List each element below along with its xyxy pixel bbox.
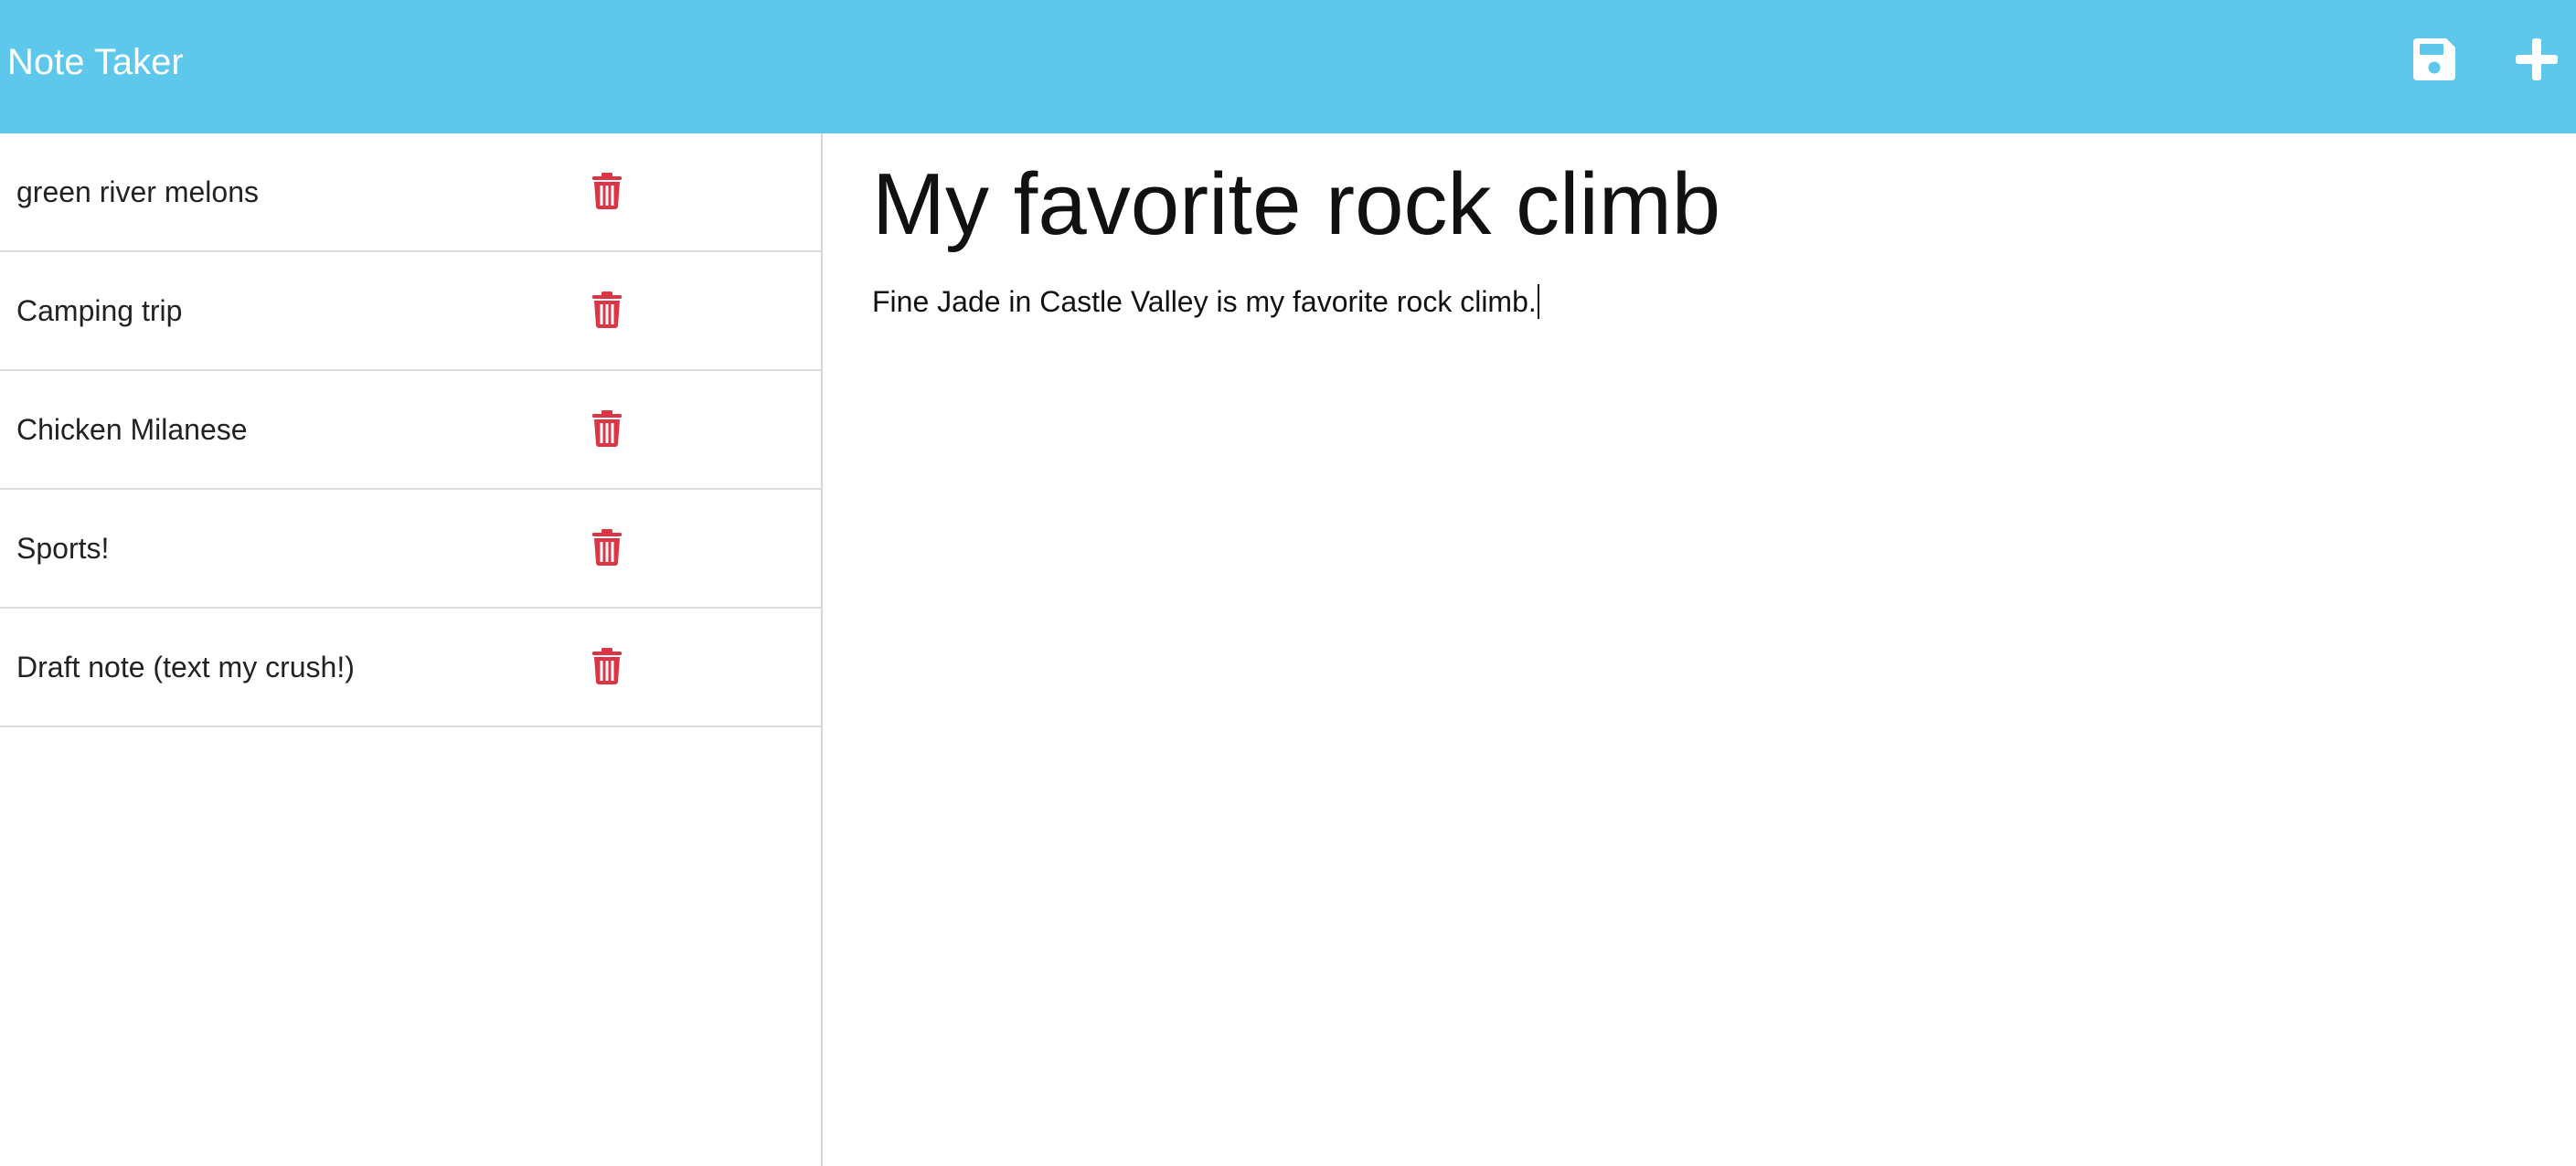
save-note-button[interactable] [2411,37,2457,82]
note-item-title[interactable]: Chicken Milanese [16,371,248,488]
note-editor: My favorite rock climb Fine Jade in Cast… [823,133,2576,1166]
floppy-disk-icon [2413,38,2455,80]
app-brand[interactable]: Note Taker [7,37,184,88]
note-list-item[interactable]: Chicken Milanese [0,371,821,490]
note-title-input[interactable]: My favorite rock climb [872,150,1720,260]
note-item-title[interactable]: Draft note (text my crush!) [16,609,355,726]
note-list-item[interactable]: Camping trip [0,252,821,371]
note-item-title[interactable]: green river melons [16,133,259,250]
trash-icon[interactable] [591,529,623,566]
note-list-item[interactable]: Draft note (text my crush!) [0,609,821,727]
text-caret [1537,284,1539,319]
trash-icon[interactable] [591,410,623,447]
trash-icon[interactable] [591,292,623,328]
note-item-title[interactable]: Camping trip [16,252,182,369]
trash-icon[interactable] [591,648,623,684]
note-body-text: Fine Jade in Castle Valley is my favorit… [872,285,1537,318]
plus-icon [2516,38,2558,80]
note-list: green river melons Camping trip Chicken … [0,133,821,727]
trash-icon[interactable] [591,173,623,209]
note-list-item[interactable]: green river melons [0,133,821,252]
note-list-item[interactable]: Sports! [0,490,821,609]
new-note-button[interactable] [2512,35,2561,84]
note-sidebar: green river melons Camping trip Chicken … [0,133,823,1166]
note-item-title[interactable]: Sports! [16,490,109,607]
note-text-area[interactable]: Fine Jade in Castle Valley is my favorit… [872,280,1539,323]
navbar: Note Taker [0,0,2576,133]
